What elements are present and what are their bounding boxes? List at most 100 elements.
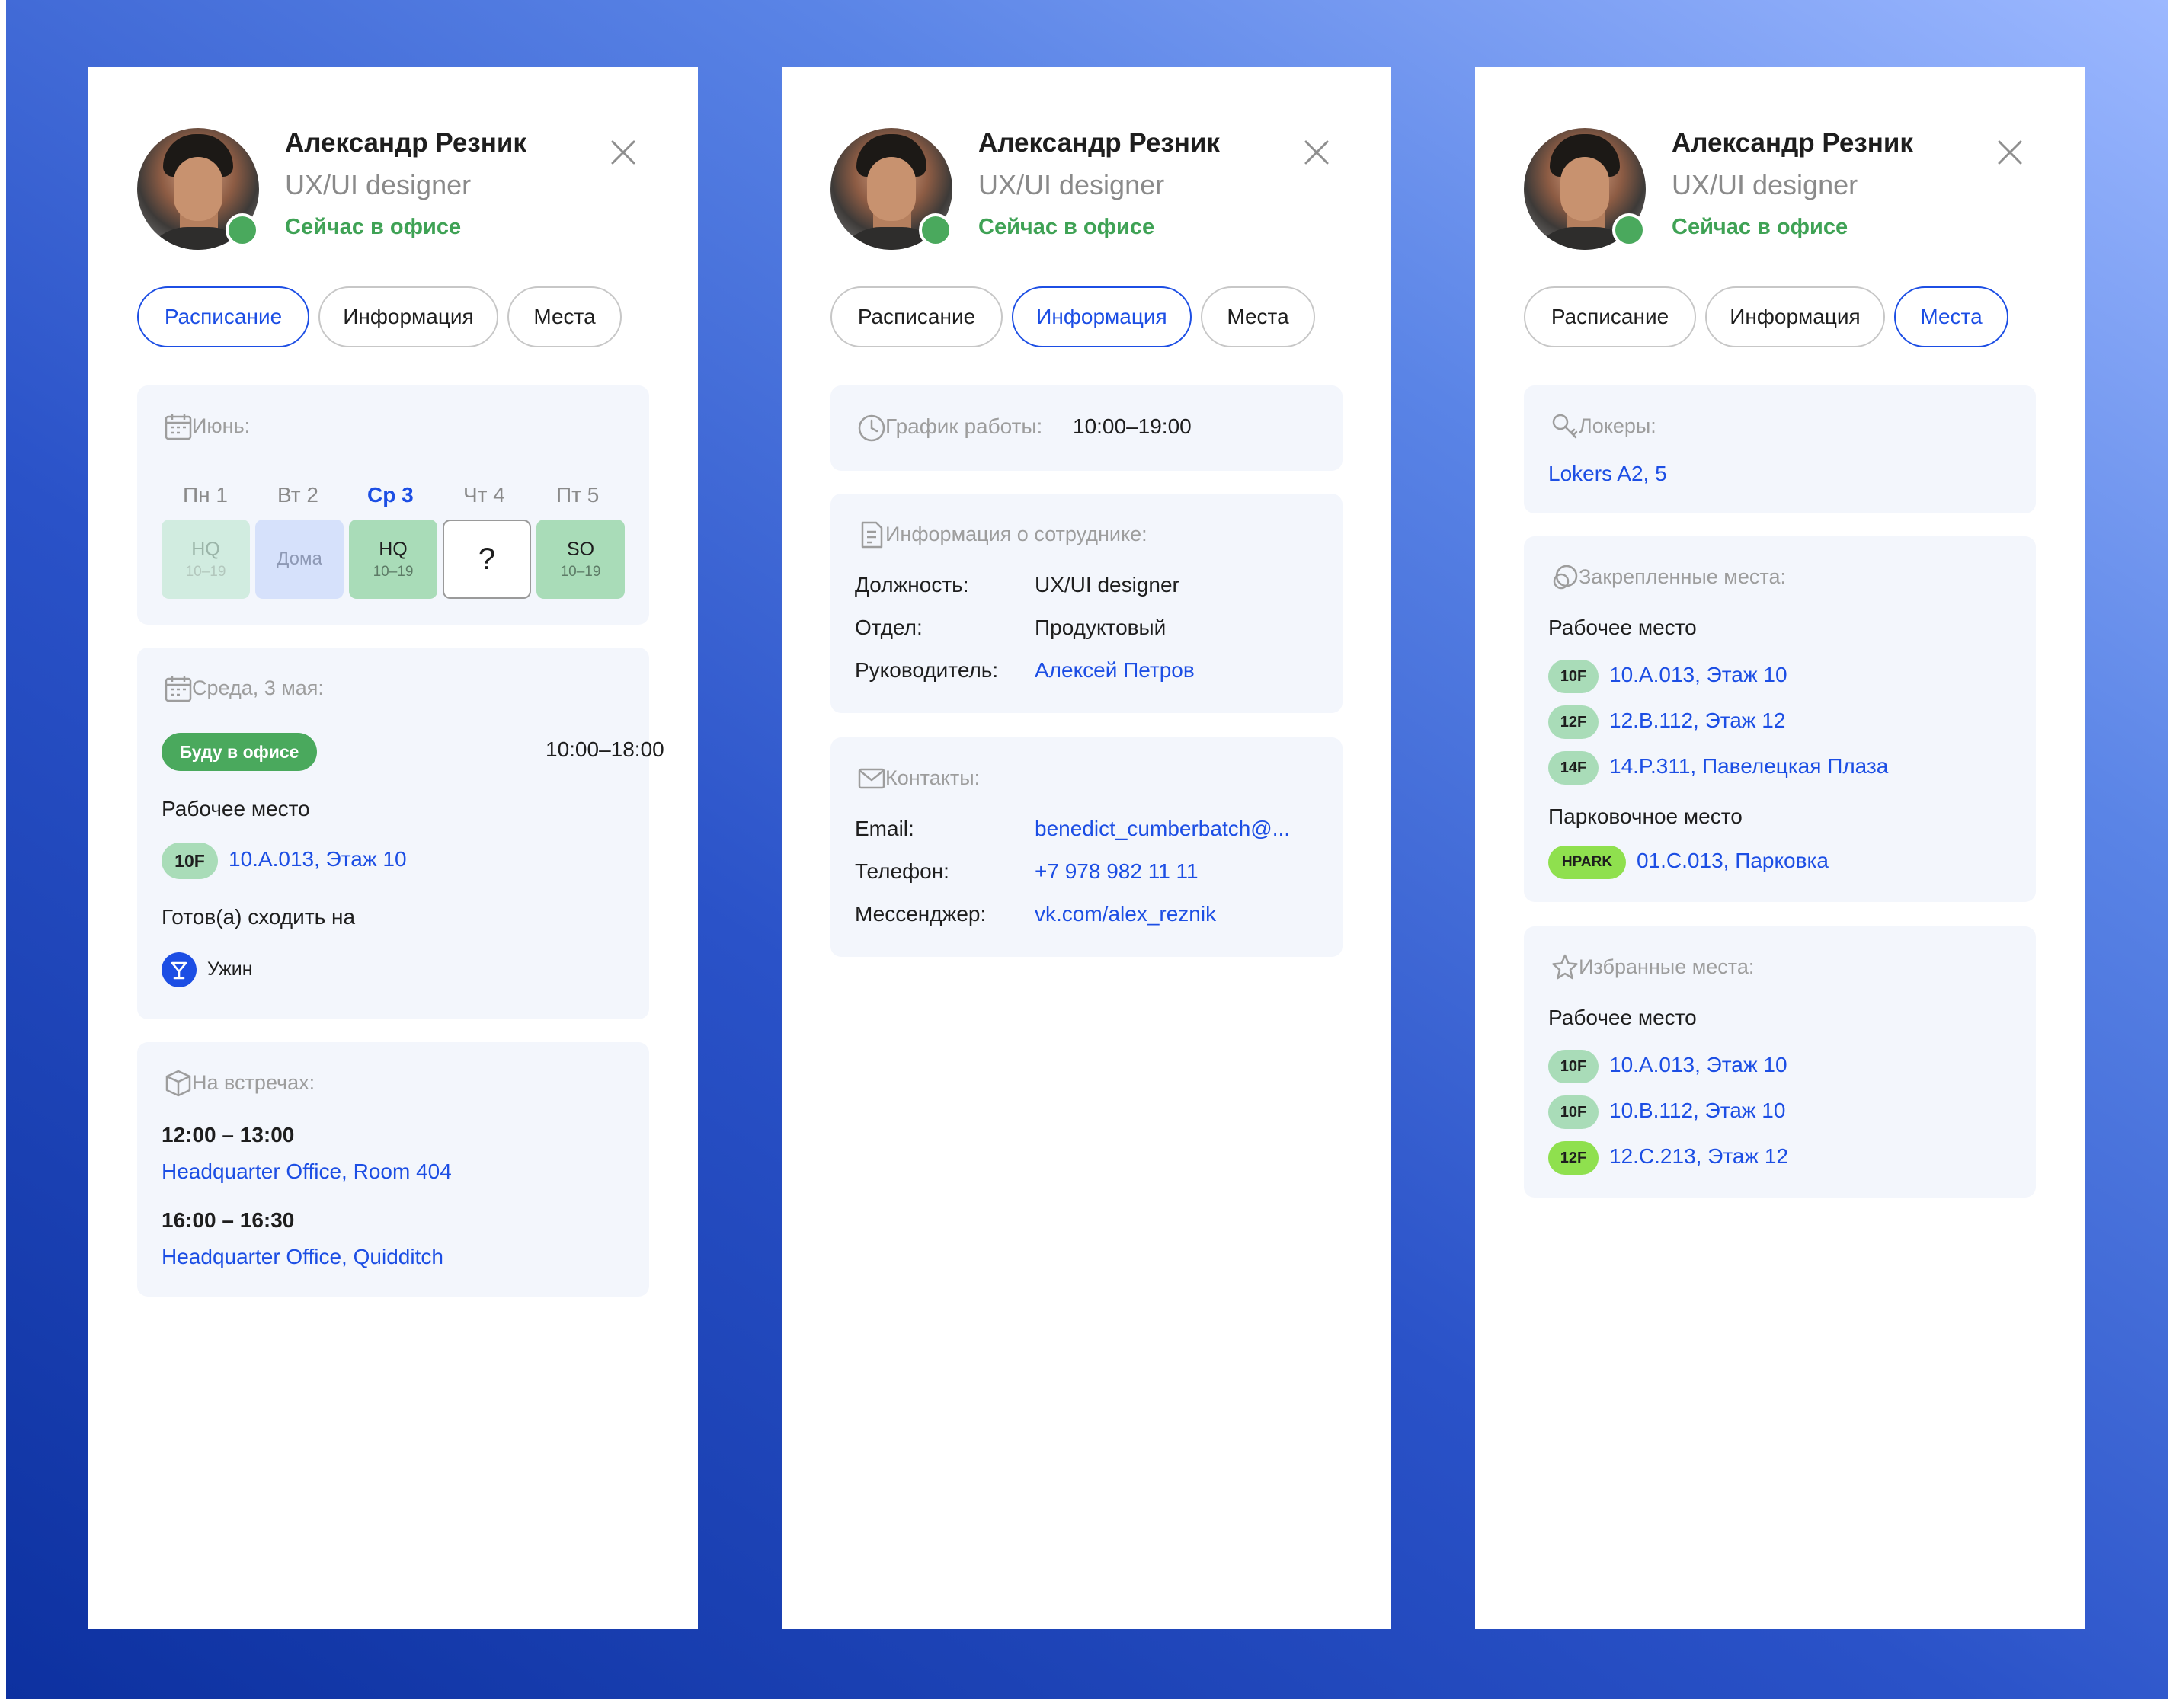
lockers-card: Локеры: Lokers A2, 5 (1524, 385, 2036, 513)
tab-places[interactable]: Места (507, 286, 622, 347)
day-label: Чт 4 (463, 483, 505, 507)
online-status-dot (919, 213, 952, 247)
presence-status: Сейчас в офисе (978, 215, 1155, 239)
workplace-link[interactable]: 12.B.112, Этаж 12 (1609, 708, 1785, 733)
info-key: Руководитель: (855, 658, 999, 682)
work-hours-label: График работы: (885, 414, 1043, 438)
day-label: Пн 1 (183, 483, 228, 507)
day-label-current: Ср 3 (367, 483, 414, 507)
tab-info[interactable]: Информация (1705, 286, 1885, 347)
profile-name: Александр Резник (1672, 128, 1913, 158)
day-label: Пт 5 (556, 483, 600, 507)
workplace-label: Рабочее место (1548, 616, 1697, 639)
parking-tag: HPARK (1548, 846, 1626, 879)
profile-role: UX/UI designer (1672, 169, 1858, 200)
parking-link[interactable]: 01.C.013, Парковка (1637, 849, 1829, 873)
floor-tag: 14F (1548, 751, 1599, 785)
profile-name: Александр Резник (285, 128, 526, 158)
contact-key: Email: (855, 817, 914, 840)
favorites-title: Избранные места: (1579, 955, 1755, 978)
presence-status: Сейчас в офисе (1672, 215, 1848, 239)
key-icon (1552, 414, 1578, 439)
workplace-link[interactable]: 10.A.013, Этаж 10 (1609, 1053, 1787, 1077)
floor-tag: 10F (1548, 1095, 1599, 1129)
pinned-places-card: Закрепленные места: Рабочее место 10F 10… (1524, 536, 2036, 902)
calendar-icon (165, 676, 192, 702)
status-badge: Буду в офисе (162, 733, 317, 771)
tab-places[interactable]: Места (1894, 286, 2008, 347)
favorite-places-card: Избранные места: Рабочее место 10F 10.A.… (1524, 926, 2036, 1198)
workplace-label: Рабочее место (1548, 1006, 1697, 1029)
info-value: UX/UI designer (1035, 573, 1179, 597)
manager-link[interactable]: Алексей Петров (1035, 658, 1195, 683)
close-icon[interactable] (1995, 137, 2025, 168)
messenger-link[interactable]: vk.com/alex_reznik (1035, 902, 1216, 926)
day-label: Вт 2 (277, 483, 318, 507)
meeting-time: 16:00 – 16:30 (162, 1208, 295, 1232)
tab-info[interactable]: Информация (318, 286, 498, 347)
pin-circle-icon (1553, 565, 1578, 590)
profile-panel-places: Александр Резник UX/UI designer Сейчас в… (1475, 67, 2085, 1629)
cube-icon (165, 1070, 191, 1097)
activity-label: Ужин (207, 958, 253, 980)
email-link[interactable]: benedict_cumberbatch@... (1035, 817, 1290, 841)
meeting-place-link[interactable]: Headquarter Office, Room 404 (162, 1159, 452, 1184)
floor-tag: 10F (162, 843, 218, 879)
tab-info[interactable]: Информация (1012, 286, 1192, 347)
week-calendar-card: Июнь: Пн 1 Вт 2 Ср 3 Чт 4 Пт 5 HQ 10–19 … (137, 385, 649, 625)
day-slot-tue[interactable]: Дома (255, 520, 344, 599)
employee-info-title: Информация о сотруднике: (885, 523, 1147, 545)
workplace-link[interactable]: 14.P.311, Павелецкая Плаза (1609, 754, 1888, 779)
tab-schedule[interactable]: Расписание (830, 286, 1003, 347)
meetings-title: На встречах: (192, 1071, 315, 1094)
meetings-card: На встречах: 12:00 – 13:00 Headquarter O… (137, 1042, 649, 1297)
ready-label: Готов(а) сходить на (162, 905, 356, 929)
online-status-dot (1612, 213, 1646, 247)
tab-places[interactable]: Места (1201, 286, 1315, 347)
day-slot-fri[interactable]: SO 10–19 (536, 520, 625, 599)
lockers-title: Локеры: (1579, 414, 1656, 437)
dinner-icon (162, 952, 197, 987)
floor-tag: 10F (1548, 660, 1599, 693)
info-key: Отдел: (855, 616, 923, 639)
calendar-icon (165, 414, 192, 440)
envelope-icon (858, 768, 885, 789)
workplace-link[interactable]: 10.B.112, Этаж 10 (1609, 1099, 1785, 1123)
phone-link[interactable]: +7 978 982 11 11 (1035, 859, 1199, 884)
profile-role: UX/UI designer (285, 169, 472, 200)
day-slot-wed[interactable]: HQ 10–19 (349, 520, 437, 599)
workplace-label: Рабочее место (162, 797, 310, 820)
document-icon (861, 521, 883, 549)
day-slot-thu[interactable]: ? (443, 520, 531, 599)
floor-tag: 12F (1548, 1141, 1599, 1175)
close-icon[interactable] (1301, 137, 1332, 168)
workplace-link[interactable]: 10.A.013, Этаж 10 (1609, 663, 1787, 687)
star-icon (1552, 954, 1578, 980)
profile-panel-schedule: Александр Резник UX/UI designer Сейчас в… (88, 67, 698, 1629)
workplace-link[interactable]: 12.C.213, Этаж 12 (1609, 1144, 1788, 1169)
meeting-place-link[interactable]: Headquarter Office, Quidditch (162, 1245, 443, 1269)
day-detail-card: Среда, 3 мая: Буду в офисе 10:00–18:00 Р… (137, 648, 664, 1019)
day-slot-mon[interactable]: HQ 10–19 (162, 520, 250, 599)
workplace-link[interactable]: 10.A.013, Этаж 10 (229, 847, 407, 872)
floor-tag: 10F (1548, 1050, 1599, 1083)
info-value: Продуктовый (1035, 616, 1167, 639)
contact-key: Мессенджер: (855, 902, 987, 926)
online-status-dot (226, 213, 259, 247)
contacts-title: Контакты: (885, 766, 981, 789)
meeting-time: 12:00 – 13:00 (162, 1123, 295, 1147)
work-hours-card: График работы: 10:00–19:00 (830, 385, 1343, 471)
employee-info-card: Информация о сотруднике: Должность: UX/U… (830, 494, 1343, 713)
day-title: Среда, 3 мая: (192, 676, 324, 699)
month-label: Июнь: (192, 414, 251, 437)
profile-name: Александр Резник (978, 128, 1220, 158)
work-hours-value: 10:00–19:00 (1073, 414, 1192, 438)
locker-link[interactable]: Lokers A2, 5 (1548, 462, 1667, 486)
contact-key: Телефон: (855, 859, 949, 883)
info-key: Должность: (855, 573, 969, 597)
close-icon[interactable] (608, 137, 638, 168)
clock-icon (858, 414, 885, 442)
tab-schedule[interactable]: Расписание (1524, 286, 1696, 347)
tab-schedule[interactable]: Расписание (137, 286, 309, 347)
presence-status: Сейчас в офисе (285, 215, 462, 239)
